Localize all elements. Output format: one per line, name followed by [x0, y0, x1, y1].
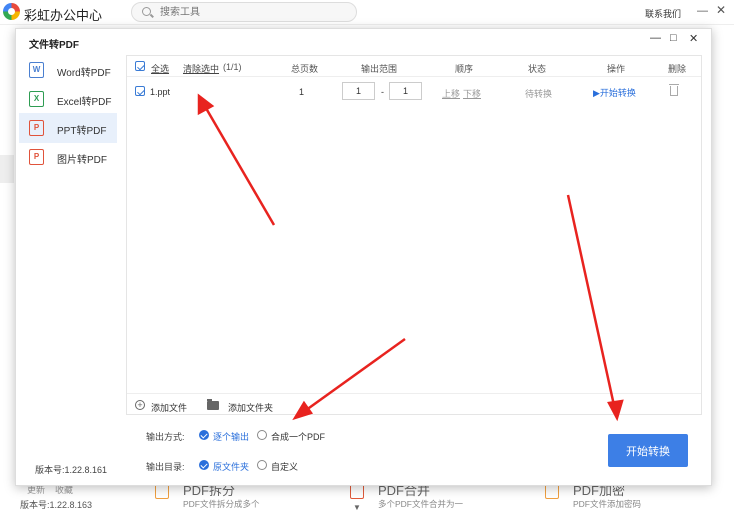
- arrow-head-file: [197, 93, 215, 116]
- arrow-to-file: [201, 102, 276, 226]
- arrow-to-output-mode: [301, 337, 406, 415]
- annotation-arrows: [197, 93, 624, 422]
- arrow-head-start: [607, 399, 624, 422]
- arrow-head-output: [292, 400, 314, 421]
- arrow-to-start: [566, 194, 617, 411]
